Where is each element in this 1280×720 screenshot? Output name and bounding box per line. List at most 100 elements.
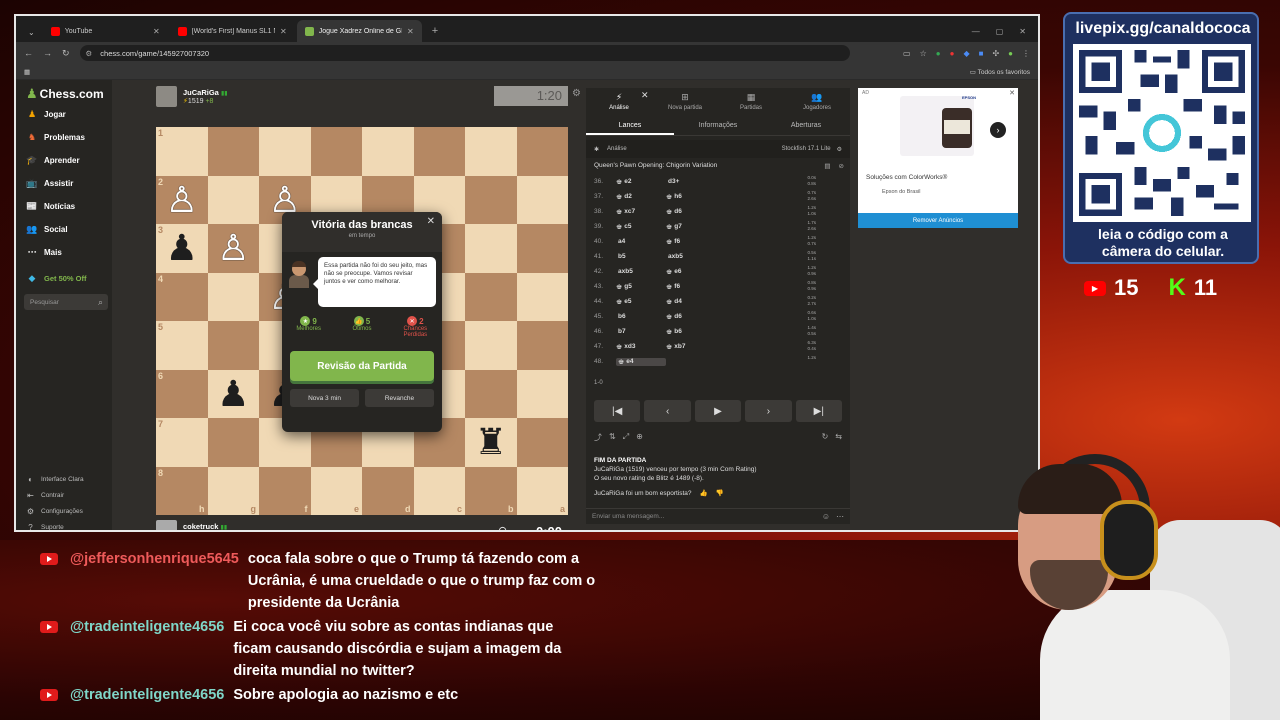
- board-square[interactable]: 8h: [156, 466, 208, 515]
- menu-icon[interactable]: ⋮: [1022, 49, 1030, 58]
- profile-icon[interactable]: ●: [1008, 49, 1013, 58]
- sidebar-item-3[interactable]: 🎓 Aprender: [26, 154, 79, 166]
- board-square[interactable]: [207, 321, 259, 370]
- emoji-icon[interactable]: ☺: [822, 512, 830, 521]
- board-square[interactable]: ♙: [207, 224, 259, 273]
- sidebar-item-1[interactable]: ♟ Jogar: [26, 108, 66, 120]
- close-icon[interactable]: ✕: [407, 27, 414, 36]
- browser-tab-youtube[interactable]: YouTube ✕: [43, 20, 168, 42]
- game-review-button[interactable]: Revisão da Partida: [290, 351, 434, 381]
- board-square[interactable]: e: [310, 466, 362, 515]
- board-square[interactable]: 4: [156, 272, 208, 321]
- white-move[interactable]: ♚ e4: [616, 357, 666, 366]
- toggle-icon[interactable]: ✱: [594, 146, 599, 153]
- board-square[interactable]: d: [362, 466, 414, 515]
- back-icon[interactable]: ←: [24, 48, 33, 58]
- swap-icon[interactable]: ⇆: [835, 432, 842, 443]
- close-icon[interactable]: ✕: [427, 216, 435, 227]
- new-game-button[interactable]: Nova 3 min: [290, 389, 359, 407]
- board-square[interactable]: 5: [156, 321, 208, 370]
- close-icon[interactable]: ✕: [641, 90, 649, 101]
- apps-icon[interactable]: ▦: [24, 68, 30, 76]
- book-icon[interactable]: ▤: [824, 162, 830, 170]
- white-move[interactable]: b6: [616, 313, 666, 320]
- board-square[interactable]: [207, 127, 259, 176]
- refresh-icon[interactable]: ↻: [822, 432, 829, 443]
- board-square[interactable]: [516, 272, 568, 321]
- last-move-button[interactable]: ▶|: [795, 400, 843, 422]
- close-icon[interactable]: ✕: [153, 27, 160, 36]
- cast-icon[interactable]: ▭: [903, 49, 911, 58]
- previous-move-button[interactable]: ‹: [644, 400, 691, 422]
- white-move[interactable]: ♚ xc7: [616, 208, 666, 216]
- board-square[interactable]: [465, 321, 517, 370]
- white-move[interactable]: axb5: [616, 268, 666, 275]
- board-square[interactable]: g: [207, 466, 259, 515]
- new-tab-icon[interactable]: +: [424, 20, 446, 42]
- board-square[interactable]: [362, 127, 414, 176]
- avatar[interactable]: [156, 520, 177, 530]
- expand-icon[interactable]: ⤢: [623, 432, 629, 443]
- white-move[interactable]: b5: [616, 253, 666, 260]
- black-move[interactable]: ♚ d6: [666, 313, 716, 321]
- board-square[interactable]: [465, 224, 517, 273]
- black-move[interactable]: ♚ d6: [666, 208, 716, 216]
- board-square[interactable]: [465, 369, 517, 418]
- black-piece[interactable]: ♟: [217, 375, 249, 412]
- black-move[interactable]: ♚ d4: [666, 298, 716, 306]
- thumbs-up-icon[interactable]: 👍: [700, 489, 708, 498]
- board-square[interactable]: [516, 127, 568, 176]
- board-square[interactable]: f: [259, 466, 311, 515]
- sidebar-item-2[interactable]: ♞ Problemas: [26, 131, 85, 143]
- sidebar-item-6[interactable]: 👥 Social: [26, 223, 67, 235]
- browser-tab-video[interactable]: [World's First] Manus SL1 No S✕: [170, 20, 295, 42]
- minimize-icon[interactable]: —: [972, 27, 980, 36]
- top-player-name[interactable]: JuCaRiGa ▮▮: [183, 88, 228, 97]
- sidebar-item-7[interactable]: ⋯ Mais: [26, 246, 62, 258]
- white-piece[interactable]: ♙: [166, 181, 198, 218]
- white-move[interactable]: ♚ e5: [616, 298, 666, 306]
- board-square[interactable]: 1: [156, 127, 208, 176]
- board-square[interactable]: 3 ♟: [156, 224, 208, 273]
- black-move[interactable]: ♚ xb7: [666, 343, 716, 351]
- panel-tab-2[interactable]: ⊞ Nova partida: [652, 88, 718, 116]
- extension-icon[interactable]: ■: [979, 49, 984, 58]
- board-square[interactable]: 7: [156, 418, 208, 467]
- sidebar-bottom-4[interactable]: ? Suporte: [26, 523, 64, 530]
- play-button[interactable]: ▶: [694, 400, 742, 422]
- maximize-icon[interactable]: ▢: [996, 27, 1004, 36]
- sidebar-bottom-3[interactable]: ⚙ Configurações: [26, 507, 83, 516]
- board-square[interactable]: [516, 224, 568, 273]
- board-square[interactable]: [465, 127, 517, 176]
- settings-icon[interactable]: ⚙: [837, 146, 842, 153]
- board-square[interactable]: [310, 127, 362, 176]
- first-move-button[interactable]: |◀: [594, 400, 641, 422]
- site-info-icon[interactable]: ⚙: [86, 49, 93, 58]
- board-square[interactable]: b: [465, 466, 517, 515]
- reload-icon[interactable]: ↻: [62, 48, 70, 59]
- ad-close-icon[interactable]: ✕: [1009, 89, 1015, 97]
- board-square[interactable]: 2 ♙: [156, 175, 208, 224]
- subtab-1[interactable]: Lances: [586, 118, 674, 135]
- white-move[interactable]: ♚ g5: [616, 283, 666, 291]
- white-move[interactable]: b7: [616, 328, 666, 335]
- zoom-icon[interactable]: ⊕: [636, 432, 643, 443]
- next-icon[interactable]: ›: [990, 122, 1006, 138]
- close-icon[interactable]: ✕: [280, 27, 287, 36]
- white-move[interactable]: ♚ xd3: [616, 343, 666, 351]
- chat-input[interactable]: Enviar uma mensagem... ☺ ⋯: [586, 508, 850, 524]
- browser-tab-chess[interactable]: Jogue Xadrez Online de GRAÇA✕: [296, 20, 422, 42]
- promo-link[interactable]: ◆ Get 50% Off: [26, 272, 87, 284]
- board-square[interactable]: [516, 321, 568, 370]
- black-move[interactable]: ♚ h6: [666, 193, 716, 201]
- extension-icon[interactable]: ●: [950, 49, 955, 58]
- board-square[interactable]: a: [516, 466, 568, 515]
- black-piece[interactable]: ♜: [475, 424, 507, 460]
- star-icon[interactable]: ☆: [920, 49, 927, 58]
- info-icon[interactable]: ⊘: [839, 162, 844, 170]
- black-move[interactable]: ♚ g7: [666, 223, 716, 231]
- flip-icon[interactable]: ⇅: [609, 432, 616, 443]
- search-input[interactable]: Pesquisar ⌕: [24, 294, 108, 310]
- board-square[interactable]: ♟: [207, 369, 259, 418]
- white-move[interactable]: a4: [616, 238, 666, 245]
